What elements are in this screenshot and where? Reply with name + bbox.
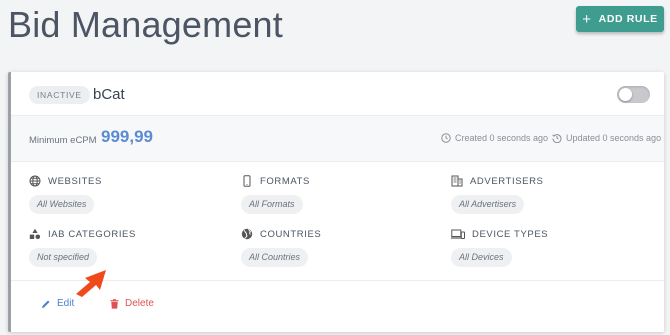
filter-formats: FORMATS All Formats (241, 174, 451, 214)
globe-americas-icon (241, 228, 253, 240)
created-text: Created 0 seconds ago (455, 133, 549, 143)
websites-label: WEBSITES (48, 175, 102, 187)
history-icon (552, 134, 562, 143)
shapes-icon (29, 228, 41, 240)
filter-websites: WEBSITES All Websites (29, 174, 239, 214)
rule-card-header: INACTIVE bCat (11, 72, 664, 116)
building-icon (451, 175, 463, 187)
filter-iab-categories: IAB CATEGORIES Not specified (29, 227, 239, 267)
formats-label: FORMATS (260, 175, 310, 187)
delete-label: Delete (125, 298, 154, 309)
rule-active-toggle[interactable] (617, 86, 650, 103)
filter-advertisers: ADVERTISERS All Advertisers (451, 174, 661, 214)
updated-text: Updated 0 seconds ago (566, 133, 662, 143)
iab-categories-value: Not specified (29, 248, 98, 267)
formats-value: All Formats (241, 195, 303, 214)
mobile-icon (241, 175, 253, 187)
add-rule-label: ADD RULE (598, 13, 658, 25)
annotation-arrow-icon (76, 270, 106, 297)
devices-icon (451, 228, 465, 240)
rule-meta: Minimum eCPM 999,99 Created 0 seconds ag… (11, 116, 664, 162)
min-ecpm-value: 999,99 (101, 127, 153, 146)
device-types-value: All Devices (451, 248, 512, 267)
status-badge: INACTIVE (29, 86, 90, 104)
toggle-knob (619, 88, 632, 101)
globe-icon (29, 175, 41, 187)
plus-icon: + (582, 10, 592, 28)
advertisers-value: All Advertisers (451, 195, 525, 214)
pencil-icon (42, 300, 50, 308)
trash-icon (110, 298, 119, 309)
created-timestamp: Created 0 seconds ago (441, 133, 548, 143)
websites-value: All Websites (29, 195, 95, 214)
rule-name: bCat (93, 86, 125, 103)
advertisers-label: ADVERTISERS (470, 175, 544, 187)
page-title: Bid Management (8, 4, 283, 45)
iab-categories-label: IAB CATEGORIES (48, 228, 136, 240)
countries-label: COUNTRIES (260, 228, 322, 240)
updated-timestamp: Updated 0 seconds ago (552, 133, 661, 143)
device-types-label: DEVICE TYPES (472, 228, 549, 240)
filter-device-types: DEVICE TYPES All Devices (451, 227, 661, 267)
clock-icon (441, 133, 451, 143)
add-rule-button[interactable]: + ADD RULE (576, 6, 664, 32)
countries-value: All Countries (241, 248, 309, 267)
filter-countries: COUNTRIES All Countries (241, 227, 451, 267)
min-ecpm-label: Minimum eCPM (29, 135, 97, 146)
